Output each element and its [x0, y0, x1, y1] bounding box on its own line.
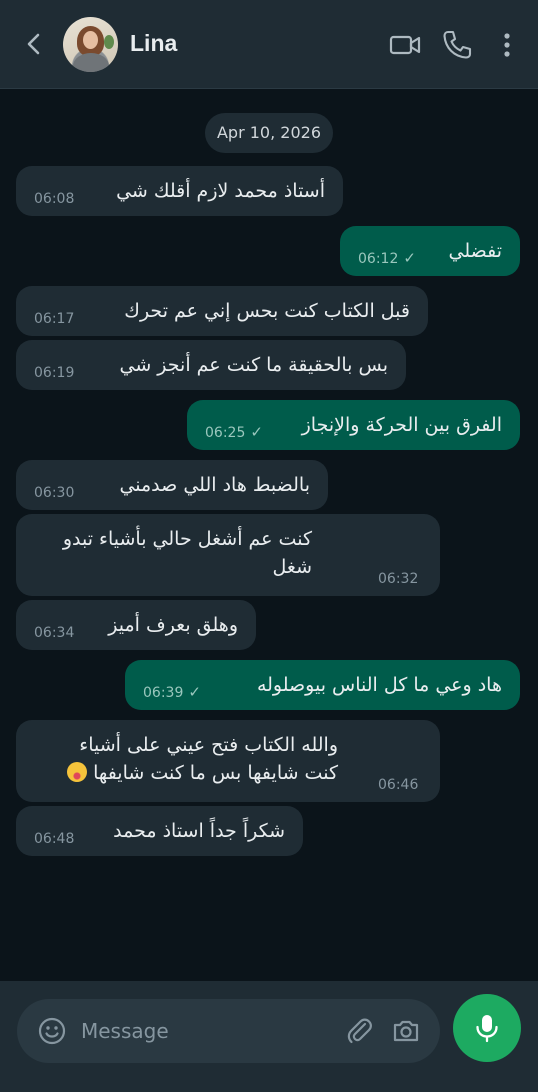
message-bubble[interactable]: تفضلي 06:12 ✓ [340, 226, 520, 276]
message-time: 06:17 [34, 311, 75, 327]
message-time: 06:30 [34, 485, 75, 501]
message-time: 06:25 [205, 425, 246, 441]
smiling-sweat-emoji-icon [67, 762, 88, 782]
message-text: قبل الكتاب كنت بحس إني عم تحرك [124, 300, 410, 322]
camera-icon[interactable] [390, 1015, 422, 1047]
microphone-icon [476, 1015, 498, 1043]
attach-icon[interactable] [344, 1015, 376, 1047]
chat-header: Lina [0, 0, 538, 89]
message-bubble[interactable]: بس بالحقيقة ما كنت عم أنجز شي 06:19 [16, 340, 406, 390]
message-bubble[interactable]: أستاذ محمد لازم أقلك شي 06:08 [16, 166, 343, 216]
message-text: كنت عم أشغل حالي بأشياء تبدو شغل [62, 528, 312, 578]
message-text: والله الكتاب فتح عيني على أشياء كنت شايف… [34, 731, 338, 787]
message-time: 06:34 [34, 625, 75, 641]
message-time: 06:19 [34, 365, 75, 381]
message-status: 06:12 ✓ [358, 249, 416, 267]
message-bubble[interactable]: الفرق بين الحركة والإنجاز 06:25 ✓ [187, 400, 520, 450]
message-list[interactable]: Apr 10, 2026 أستاذ محمد لازم أقلك شي 06:… [0, 89, 538, 981]
message-bubble[interactable]: قبل الكتاب كنت بحس إني عم تحرك 06:17 [16, 286, 428, 336]
message-text: هاد وعي ما كل الناس بيوصلوله [256, 674, 502, 696]
message-text-content: والله الكتاب فتح عيني على أشياء كنت شايف… [79, 734, 338, 784]
message-input[interactable]: Message [17, 999, 440, 1063]
message-time: 06:32 [378, 571, 419, 587]
sent-check-icon: ✓ [188, 683, 201, 701]
back-arrow-icon[interactable] [18, 28, 50, 60]
message-time: 06:08 [34, 191, 75, 207]
voice-record-button[interactable] [453, 994, 521, 1062]
message-time: 06:48 [34, 831, 75, 847]
message-bubble[interactable]: بالضبط هاد اللي صدمني 06:30 [16, 460, 328, 510]
emoji-icon[interactable] [36, 1015, 68, 1047]
message-time: 06:46 [378, 777, 419, 793]
message-text: تفضلي [448, 240, 502, 262]
message-status: 06:25 ✓ [205, 423, 263, 441]
message-text: شكراً جداً استاذ محمد [113, 820, 285, 842]
message-time: 06:39 [143, 685, 184, 701]
more-options-icon[interactable] [494, 28, 520, 62]
message-bubble[interactable]: شكراً جداً استاذ محمد 06:48 [16, 806, 303, 856]
avatar[interactable] [63, 17, 118, 72]
message-bubble[interactable]: وهلق بعرف أميز 06:34 [16, 600, 256, 650]
message-bubble[interactable]: كنت عم أشغل حالي بأشياء تبدو شغل 06:32 [16, 514, 440, 596]
message-bubble[interactable]: والله الكتاب فتح عيني على أشياء كنت شايف… [16, 720, 440, 802]
sent-check-icon: ✓ [250, 423, 263, 441]
message-text: أستاذ محمد لازم أقلك شي [116, 180, 325, 202]
voice-call-icon[interactable] [440, 28, 474, 62]
video-call-icon[interactable] [388, 28, 422, 62]
message-time: 06:12 [358, 251, 399, 267]
sent-check-icon: ✓ [403, 249, 416, 267]
message-text: الفرق بين الحركة والإنجاز [301, 414, 502, 436]
contact-name[interactable]: Lina [130, 30, 177, 57]
message-status: 06:39 ✓ [143, 683, 201, 701]
composer-bar: Message [0, 981, 538, 1092]
message-bubble[interactable]: هاد وعي ما كل الناس بيوصلوله 06:39 ✓ [125, 660, 520, 710]
message-placeholder: Message [81, 1019, 169, 1043]
message-text: بالضبط هاد اللي صدمني [119, 474, 310, 496]
message-text: بس بالحقيقة ما كنت عم أنجز شي [119, 354, 388, 376]
date-separator: Apr 10, 2026 [205, 113, 333, 153]
message-text: وهلق بعرف أميز [108, 614, 238, 636]
